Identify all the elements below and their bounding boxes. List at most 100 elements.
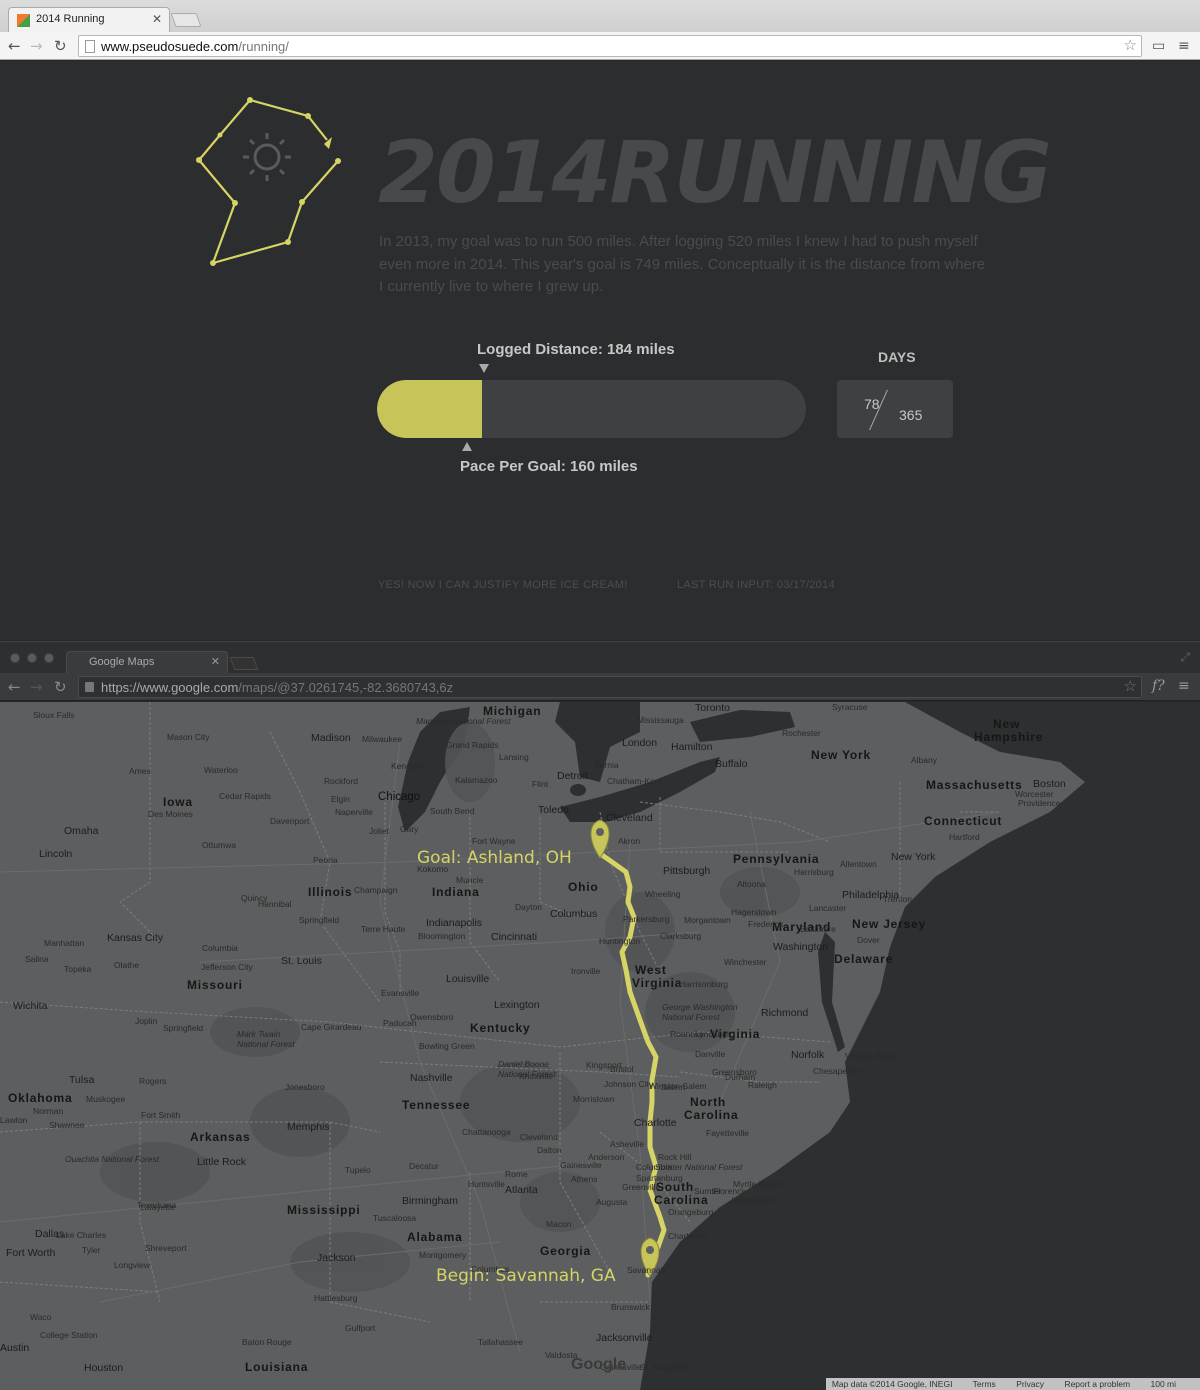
map-city-label: Lincoln xyxy=(39,848,73,860)
map-city-label: Parkersburg xyxy=(623,914,670,924)
map-city-label: Chatham-Kent xyxy=(607,776,662,786)
tab-strip-dark: Google Maps ✕ ⤢ xyxy=(0,641,1200,675)
map-city-label: Florence xyxy=(713,1186,747,1196)
map-city-label: Johnson City xyxy=(604,1079,654,1089)
map-label: Connecticut xyxy=(924,814,1003,828)
map-city-label: Brunswick xyxy=(611,1302,650,1312)
progress-fill xyxy=(377,380,483,438)
map-city-label: Savannah xyxy=(627,1265,666,1275)
map-city-label: St. Louis xyxy=(281,955,322,967)
map-city-label: Dalton xyxy=(537,1145,562,1155)
map-city-label: Fort Wayne xyxy=(472,836,516,846)
map-city-label: Columbia xyxy=(202,943,238,953)
back-icon[interactable]: ← xyxy=(8,678,21,696)
menu-icon[interactable]: ≡ xyxy=(1178,38,1190,54)
reload-icon[interactable]: ↻ xyxy=(54,37,67,55)
map-city-label: Frederick xyxy=(748,919,784,929)
days-total: 365 xyxy=(899,407,923,423)
map-city-label: Texarkana xyxy=(137,1200,177,1210)
map-label: Carolina xyxy=(684,1108,739,1122)
window-close-light[interactable] xyxy=(10,653,20,663)
back-icon[interactable]: ← xyxy=(8,37,21,55)
map-label: Missouri xyxy=(187,978,243,992)
address-bar[interactable]: www.pseudosuede.com/running/ ☆ xyxy=(78,35,1142,57)
address-bar[interactable]: https://www.google.com/maps/@37.0261745,… xyxy=(78,676,1142,698)
map-city-label: Birmingham xyxy=(402,1195,459,1207)
extension-icon[interactable]: f? xyxy=(1152,678,1165,694)
map-city-label: Norfolk xyxy=(791,1049,825,1061)
new-tab-button[interactable] xyxy=(229,657,259,670)
map-city-label: Indianapolis xyxy=(426,917,483,929)
map-city-label: Richmond xyxy=(761,1007,809,1019)
window-zoom-light[interactable] xyxy=(44,653,54,663)
map-label: Indiana xyxy=(432,885,480,899)
map-city-label: Kansas City xyxy=(107,932,164,944)
map-city-label: Champaign xyxy=(354,885,398,895)
days-label: DAYS xyxy=(878,349,916,365)
tab-google-maps[interactable]: Google Maps ✕ xyxy=(66,651,228,675)
map-city-label: Anderson xyxy=(588,1152,625,1162)
map-city-label: Fort Smith xyxy=(141,1110,181,1120)
map-city-label: Cleveland xyxy=(606,812,653,824)
fullscreen-icon[interactable]: ⤢ xyxy=(1180,650,1190,665)
map-label: New xyxy=(993,717,1021,731)
tab-close-icon[interactable]: ✕ xyxy=(211,655,220,668)
map-label: Tennessee xyxy=(402,1098,471,1112)
reload-icon[interactable]: ↻ xyxy=(54,678,67,696)
report-problem-link[interactable]: Report a problem xyxy=(1064,1379,1130,1389)
map-city-label: Columbus xyxy=(550,908,598,920)
map-forest-label: Ouachita National Forest xyxy=(65,1154,160,1164)
map-city-label: Lake Charles xyxy=(56,1230,107,1240)
tab-title: 2014 Running xyxy=(36,13,105,25)
map-city-label: Chattanooga xyxy=(462,1127,511,1137)
bookmark-star-icon[interactable]: ☆ xyxy=(1124,36,1137,54)
map-label: Massachusetts xyxy=(926,778,1023,792)
map-city-label: Toronto xyxy=(695,702,731,714)
window-minimize-light[interactable] xyxy=(27,653,37,663)
map-city-label: Wichita xyxy=(13,1000,48,1012)
forward-icon[interactable]: → xyxy=(30,37,43,55)
map-city-label: Memphis xyxy=(287,1121,330,1133)
progress-bar xyxy=(377,380,806,438)
map-canvas[interactable]: Michigan Iowa Illinois Indiana Ohio Penn… xyxy=(0,702,1200,1390)
map-forest-label: George Washington National Forest xyxy=(662,1002,738,1022)
forward-icon[interactable]: → xyxy=(30,678,43,696)
tab-running[interactable]: 2014 Running ✕ xyxy=(8,7,170,33)
map-city-label: Detroit xyxy=(557,770,588,782)
tab-close-icon[interactable]: ✕ xyxy=(152,12,162,26)
privacy-link[interactable]: Privacy xyxy=(1016,1379,1044,1389)
terms-link[interactable]: Terms xyxy=(973,1379,996,1389)
map-city-label: Jackson xyxy=(317,1252,356,1264)
map-city-label: New York xyxy=(891,851,936,863)
map-city-label: Allentown xyxy=(840,859,877,869)
map-city-label: Milwaukee xyxy=(362,734,403,744)
map-city-label: Davenport xyxy=(270,816,310,826)
map-city-label: Baton Rouge xyxy=(242,1337,292,1347)
map-city-label: Morristown xyxy=(573,1094,615,1104)
goal-route-label: Goal: Ashland, OH xyxy=(417,848,572,868)
map-city-label: Longview xyxy=(114,1260,150,1270)
map-city-label: Decatur xyxy=(409,1161,439,1171)
map-city-label: Rome xyxy=(505,1169,528,1179)
map-city-label: Virginia Beach xyxy=(845,1051,900,1061)
map-city-label: Shreveport xyxy=(145,1243,187,1253)
map-city-label: Asheville xyxy=(610,1139,645,1149)
map-city-label: Lansing xyxy=(499,752,529,762)
map-label: Kentucky xyxy=(470,1021,531,1035)
map-city-label: Wilmington xyxy=(732,1195,775,1205)
map-label: Oklahoma xyxy=(8,1091,73,1105)
map-city-label: Baltimore xyxy=(800,924,836,934)
map-city-label: Altoona xyxy=(737,879,766,889)
new-tab-button[interactable] xyxy=(170,13,202,27)
map-label: New York xyxy=(811,748,871,762)
map-city-label: Bloomington xyxy=(418,931,466,941)
menu-icon[interactable]: ≡ xyxy=(1178,678,1190,694)
pace-label: Pace Per Goal: 160 miles xyxy=(460,458,638,475)
map-label: North xyxy=(690,1095,726,1109)
browser-window-maps: Google Maps ✕ ⤢ ← → ↻ https://www.google… xyxy=(0,641,1200,1390)
map-city-label: Waterloo xyxy=(204,765,238,775)
cast-icon[interactable]: ▭ xyxy=(1152,38,1165,54)
map-city-label: Danville xyxy=(695,1049,726,1059)
map-city-label: Omaha xyxy=(64,825,99,837)
bookmark-star-icon[interactable]: ☆ xyxy=(1124,677,1137,695)
